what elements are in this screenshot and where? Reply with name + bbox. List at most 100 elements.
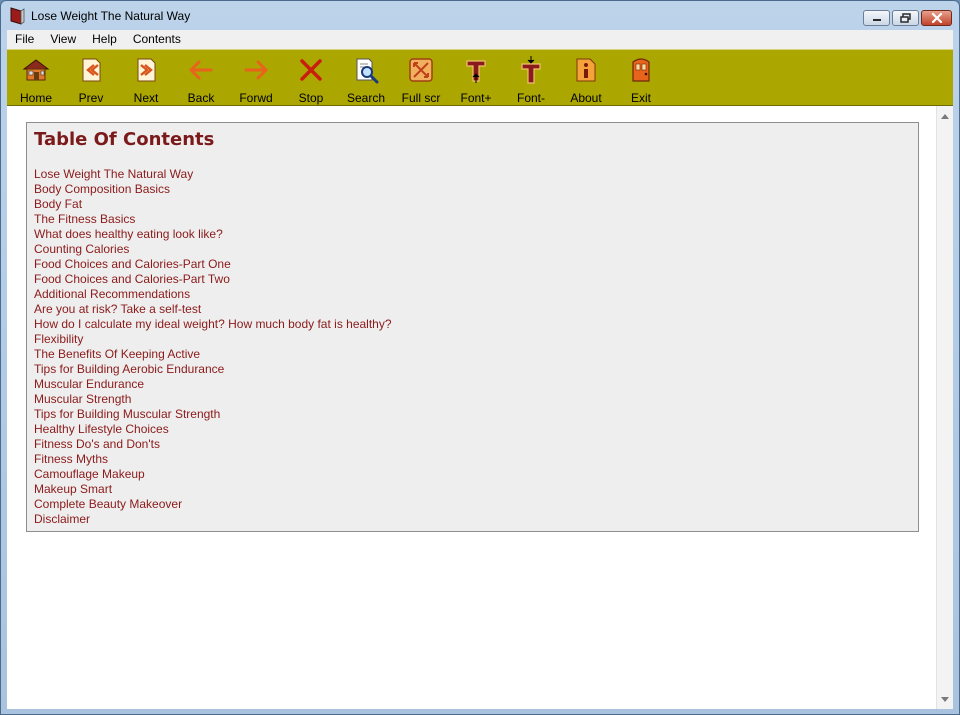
toc-link[interactable]: Muscular Endurance	[34, 377, 144, 391]
list-item: The Fitness Basics	[34, 212, 392, 227]
font-decrease-button[interactable]: Font-	[504, 50, 558, 106]
list-item: Lose Weight The Natural Way	[34, 167, 392, 182]
toc-link[interactable]: Tips for Building Muscular Strength	[34, 407, 220, 421]
home-label: Home	[19, 91, 52, 105]
list-item: Muscular Endurance	[34, 377, 392, 392]
list-item: Are you at risk? Take a self-test	[34, 302, 392, 317]
toc-link[interactable]: Food Choices and Calories-Part Two	[34, 272, 230, 286]
exit-button[interactable]: Exit	[614, 50, 668, 106]
minimize-button[interactable]	[863, 10, 890, 26]
content-area: Table Of Contents Lose Weight The Natura…	[7, 106, 936, 709]
list-item: Makeup Smart	[34, 482, 392, 497]
toolbar: Home Prev Next Back Forwd Stop Search Fu…	[7, 49, 953, 144]
maximize-button[interactable]	[892, 10, 919, 26]
restore-icon	[899, 13, 911, 23]
title-bar[interactable]: Lose Weight The Natural Way	[1, 1, 959, 31]
font-decrease-icon	[521, 56, 541, 84]
toc-link[interactable]: What does healthy eating look like?	[34, 227, 223, 241]
search-label: Search	[346, 91, 386, 105]
vertical-scrollbar[interactable]	[936, 106, 953, 709]
toc-link[interactable]: Additional Recommendations	[34, 287, 190, 301]
list-item: The Benefits Of Keeping Active	[34, 347, 392, 362]
next-button[interactable]: Next	[119, 50, 173, 106]
list-item: Body Composition Basics	[34, 182, 392, 197]
search-button[interactable]: Search	[339, 50, 393, 106]
toc-link[interactable]: Are you at risk? Take a self-test	[34, 302, 201, 316]
list-item: Fitness Myths	[34, 452, 392, 467]
list-item: Healthy Lifestyle Choices	[34, 422, 392, 437]
scroll-down-button[interactable]	[937, 691, 953, 707]
toc-link[interactable]: Flexibility	[34, 332, 83, 346]
app-window: Lose Weight The Natural Way File View He…	[0, 0, 960, 715]
about-icon	[576, 58, 596, 82]
toc-heading: Table Of Contents	[34, 129, 215, 150]
toc-link[interactable]: Camouflage Makeup	[34, 467, 145, 481]
fullscreen-icon	[409, 58, 433, 82]
toc-link[interactable]: Body Composition Basics	[34, 182, 170, 196]
list-item: Additional Recommendations	[34, 287, 392, 302]
about-label: About	[570, 91, 602, 105]
forward-button[interactable]: Forwd	[229, 50, 283, 106]
list-item: Food Choices and Calories-Part Two	[34, 272, 392, 287]
toc-link[interactable]: Counting Calories	[34, 242, 129, 256]
forward-arrow-icon	[244, 60, 268, 80]
list-item: Tips for Building Muscular Strength	[34, 407, 392, 422]
scroll-up-button[interactable]	[937, 108, 953, 124]
home-icon	[22, 59, 50, 81]
menu-contents[interactable]: Contents	[125, 30, 189, 49]
table-of-contents: Table Of Contents Lose Weight The Natura…	[26, 122, 919, 532]
font-increase-label: Font+	[460, 91, 492, 105]
prev-label: Prev	[78, 91, 104, 105]
menu-file[interactable]: File	[7, 30, 42, 49]
stop-icon	[300, 59, 322, 81]
list-item: Disclaimer	[34, 512, 392, 527]
toc-link[interactable]: Body Fat	[34, 197, 82, 211]
list-item: Body Fat	[34, 197, 392, 212]
toc-link[interactable]: Tips for Building Aerobic Endurance	[34, 362, 224, 376]
app-book-icon	[10, 7, 25, 25]
stop-label: Stop	[298, 91, 324, 105]
toc-link[interactable]: Makeup Smart	[34, 482, 112, 496]
stop-button[interactable]: Stop	[284, 50, 338, 106]
toc-link[interactable]: The Benefits Of Keeping Active	[34, 347, 200, 361]
prev-page-icon	[82, 58, 101, 82]
toc-link[interactable]: Fitness Myths	[34, 452, 108, 466]
window-title: Lose Weight The Natural Way	[31, 9, 191, 23]
next-page-icon	[137, 58, 156, 82]
exit-label: Exit	[630, 91, 651, 105]
forward-label: Forwd	[239, 91, 273, 105]
back-arrow-icon	[189, 60, 213, 80]
toc-link[interactable]: Complete Beauty Makeover	[34, 497, 182, 511]
toc-link[interactable]: The Fitness Basics	[34, 212, 135, 226]
menu-view[interactable]: View	[42, 30, 84, 49]
list-item: How do I calculate my ideal weight? How …	[34, 317, 392, 332]
toc-link[interactable]: How do I calculate my ideal weight? How …	[34, 317, 392, 331]
menu-bar: File View Help Contents	[7, 30, 953, 49]
font-increase-button[interactable]: Font+	[449, 50, 503, 106]
close-icon	[931, 13, 942, 23]
search-icon	[356, 58, 379, 84]
scroll-up-icon	[941, 113, 949, 119]
home-button[interactable]: Home	[9, 50, 63, 106]
fullscreen-button[interactable]: Full scr	[394, 50, 448, 106]
back-button[interactable]: Back	[174, 50, 228, 106]
toc-link[interactable]: Muscular Strength	[34, 392, 131, 406]
list-item: Counting Calories	[34, 242, 392, 257]
toc-link[interactable]: Lose Weight The Natural Way	[34, 167, 193, 181]
toc-list: Lose Weight The Natural Way Body Composi…	[34, 167, 392, 527]
font-increase-icon	[466, 60, 486, 83]
list-item: What does healthy eating look like?	[34, 227, 392, 242]
about-button[interactable]: About	[559, 50, 613, 106]
list-item: Tips for Building Aerobic Endurance	[34, 362, 392, 377]
toc-link[interactable]: Food Choices and Calories-Part One	[34, 257, 231, 271]
prev-button[interactable]: Prev	[64, 50, 118, 106]
close-button[interactable]	[921, 10, 952, 26]
minimize-icon	[872, 19, 881, 21]
toc-link[interactable]: Healthy Lifestyle Choices	[34, 422, 169, 436]
list-item: Complete Beauty Makeover	[34, 497, 392, 512]
toc-link[interactable]: Fitness Do's and Don'ts	[34, 437, 160, 451]
list-item: Camouflage Makeup	[34, 467, 392, 482]
menu-help[interactable]: Help	[84, 30, 125, 49]
toc-link[interactable]: Disclaimer	[34, 512, 90, 526]
back-label: Back	[187, 91, 215, 105]
